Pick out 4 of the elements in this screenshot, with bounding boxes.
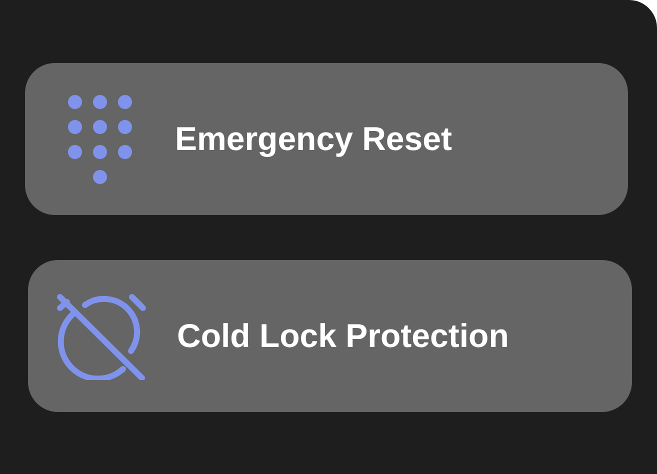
alarm-off-icon [55,292,147,380]
keypad-icon [67,94,133,184]
action-button[interactable]: Emergency Reset [25,63,628,215]
action-button[interactable]: Cold Lock Protection [28,260,632,412]
